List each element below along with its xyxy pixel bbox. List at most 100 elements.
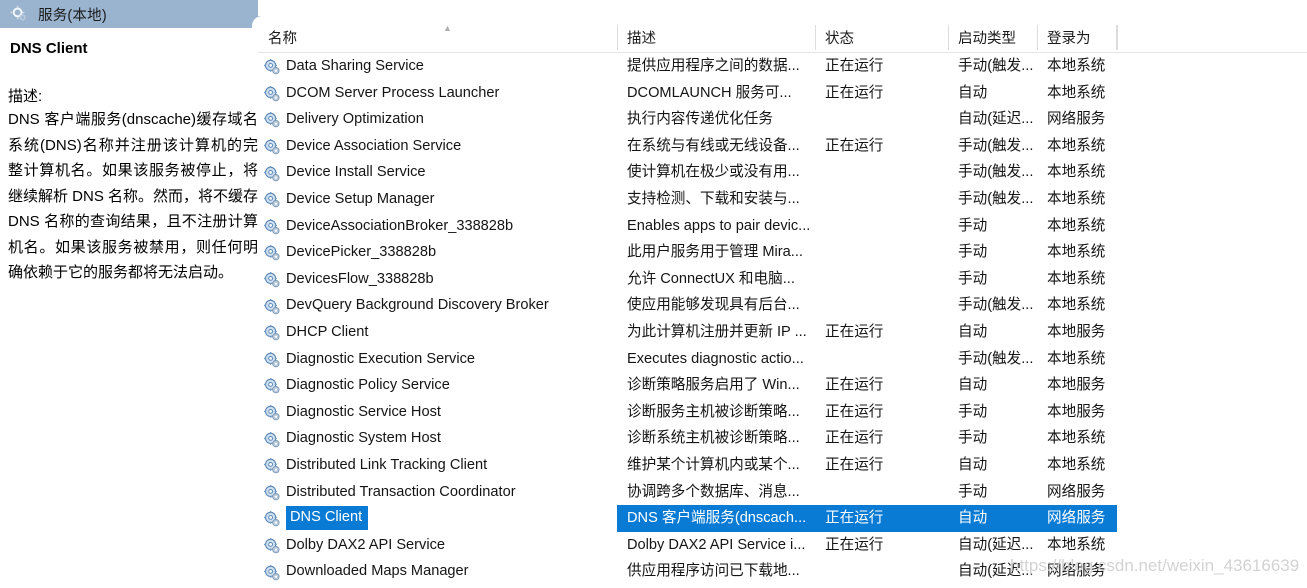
cell-description: 支持检测、下载和安装与... [627, 190, 800, 207]
cell-service-name: DCOM Server Process Launcher [258, 80, 617, 107]
cell-service-name: Device Association Service [258, 133, 617, 160]
cell-startup-type: 手动 [958, 244, 988, 261]
service-name-text: Device Install Service [286, 164, 426, 181]
column-header-startup-type[interactable]: 启动类型 [948, 22, 1037, 53]
cell-log-on-as: 本地系统 [1047, 58, 1106, 74]
service-gear-icon [264, 324, 280, 341]
service-gear-icon [264, 351, 280, 368]
cell-description: 为此计算机注册并更新 IP ... [627, 323, 807, 340]
window-title: 服务(本地) [38, 7, 107, 24]
table-row[interactable]: DNS Client DNS 客户端服务(dnscach... 正在运行 自动 网络服务 [258, 505, 1307, 532]
table-row[interactable]: Device Setup Manager 支持检测、下载和安装与... 手动(触发.… [258, 186, 1307, 213]
service-gear-icon [264, 510, 280, 527]
cell-description: 诊断策略服务启用了 Win... [627, 377, 800, 394]
cell-service-name: Distributed Transaction Coordinator [258, 479, 617, 506]
service-name-text: DevQuery Background Discovery Broker [286, 297, 549, 314]
cell-description: 诊断系统主机被诊断策略... [627, 430, 800, 447]
cell-startup-type: 自动 [958, 84, 988, 101]
cell-status: 正在运行 [825, 137, 884, 154]
service-name-text: Delivery Optimization [286, 111, 424, 128]
cell-service-name: DNS Client [258, 506, 617, 531]
table-row[interactable]: Downloaded Maps Manager 供应用程序访问已下载地... 自动(… [258, 558, 1307, 585]
cell-log-on-as: 网络服务 [1037, 505, 1117, 532]
cell-startup-type: 手动 [958, 483, 988, 500]
column-header-status-label: 状态 [825, 31, 854, 47]
cell-service-name: Diagnostic System Host [258, 425, 617, 452]
cell-service-name: Dolby DAX2 API Service [258, 532, 617, 559]
cell-service-name: Data Sharing Service [258, 53, 617, 80]
cell-description: 提供应用程序之间的数据... [627, 58, 800, 74]
table-row[interactable]: Diagnostic Execution Service Executes dia… [258, 346, 1307, 373]
table-row[interactable]: DevQuery Background Discovery Broker 使应用能… [258, 292, 1307, 319]
cell-description: 在系统与有线或无线设备... [627, 137, 800, 154]
column-header-status[interactable]: 状态 [815, 22, 948, 53]
cell-service-name: Downloaded Maps Manager [258, 558, 617, 585]
cell-description: 允许 ConnectUX 和电脑... [627, 270, 795, 287]
table-row[interactable]: Diagnostic System Host 诊断系统主机被诊断策略... 正在运行… [258, 425, 1307, 452]
cell-log-on-as: 本地系统 [1047, 137, 1106, 154]
cell-service-name: Device Install Service [258, 159, 617, 186]
titlebar-filler [258, 0, 1307, 22]
service-gear-icon [264, 298, 280, 314]
table-row[interactable]: DevicesFlow_338828b 允许 ConnectUX 和电脑... 手动… [258, 266, 1307, 293]
column-header-name[interactable]: 名称 ▲ [258, 22, 617, 53]
column-header-log-on-as-label: 登录为 [1047, 31, 1091, 47]
table-row[interactable]: Distributed Transaction Coordinator 协调跨多个… [258, 479, 1307, 506]
cell-service-name: DevQuery Background Discovery Broker [258, 292, 617, 319]
service-gear-icon [264, 377, 280, 394]
cell-description: 此用户服务用于管理 Mira... [627, 244, 803, 261]
table-row[interactable]: Device Association Service 在系统与有线或无线设备...… [258, 133, 1307, 160]
table-row[interactable]: DCOM Server Process Launcher DCOMLAUNCH 服… [258, 80, 1307, 107]
table-row[interactable]: DevicePicker_338828b 此用户服务用于管理 Mira... 手动 本… [258, 239, 1307, 266]
window-titlebar: 服务(本地) [0, 0, 258, 28]
service-gear-icon [264, 431, 280, 447]
cell-description: DNS 客户端服务(dnscach... [617, 505, 815, 532]
cell-description: 诊断服务主机被诊断策略... [627, 403, 800, 420]
service-gear-icon [264, 138, 280, 155]
cell-log-on-as: 本地服务 [1047, 403, 1106, 420]
cell-log-on-as: 本地服务 [1047, 377, 1106, 394]
column-header-name-label: 名称 [268, 31, 297, 47]
service-gear-icon [264, 191, 280, 208]
service-gear-icon [264, 58, 280, 75]
sort-ascending-icon: ▲ [443, 23, 452, 33]
table-row[interactable]: Diagnostic Service Host 诊断服务主机被诊断策略... 正在运… [258, 399, 1307, 426]
table-row[interactable]: Data Sharing Service 提供应用程序之间的数据... 正在运行 手动… [258, 53, 1307, 80]
cell-startup-type: 手动(触发... [958, 58, 1034, 74]
cell-status: 正在运行 [815, 505, 948, 532]
table-row[interactable]: Delivery Optimization 执行内容传递优化任务 自动(延迟... 网… [258, 106, 1307, 133]
cell-service-name: DevicesFlow_338828b [258, 266, 617, 293]
service-name-text: Device Association Service [286, 137, 462, 154]
cell-startup-type: 手动(触发... [958, 137, 1034, 154]
service-gear-icon [264, 165, 280, 182]
column-header-log-on-as[interactable]: 登录为 [1037, 22, 1117, 53]
cell-log-on-as: 本地系统 [1047, 297, 1106, 314]
services-gear-icon [10, 5, 28, 23]
table-row[interactable]: DHCP Client 为此计算机注册并更新 IP ... 正在运行 自动 本地服务 [258, 319, 1307, 346]
cell-description: DCOMLAUNCH 服务可... [627, 84, 792, 101]
cell-log-on-as: 本地服务 [1047, 323, 1106, 340]
cell-log-on-as: 本地系统 [1047, 456, 1106, 473]
service-gear-icon [264, 271, 280, 288]
cell-log-on-as: 本地系统 [1047, 84, 1106, 101]
cell-startup-type: 手动(触发... [958, 190, 1034, 207]
cell-service-name: DHCP Client [258, 319, 617, 346]
table-row[interactable]: DeviceAssociationBroker_338828b Enables a… [258, 213, 1307, 240]
table-row[interactable]: Diagnostic Policy Service 诊断策略服务启用了 Win..… [258, 372, 1307, 399]
table-row[interactable]: Device Install Service 使计算机在极少或没有用... 手动(触… [258, 159, 1307, 186]
service-name-text: Distributed Link Tracking Client [286, 456, 488, 473]
table-row[interactable]: Dolby DAX2 API Service Dolby DAX2 API Ser… [258, 532, 1307, 559]
column-header-description[interactable]: 描述 [617, 22, 815, 53]
description-label: 描述: [8, 88, 43, 105]
cell-service-name: Distributed Link Tracking Client [258, 452, 617, 479]
cell-log-on-as: 本地系统 [1047, 190, 1106, 207]
service-name-text: DNS Client [286, 506, 369, 531]
table-row[interactable]: Distributed Link Tracking Client 维护某个计算机内… [258, 452, 1307, 479]
service-name-text: Diagnostic Service Host [286, 403, 441, 420]
service-gear-icon [264, 564, 280, 580]
cell-log-on-as: 本地系统 [1047, 430, 1106, 447]
description-text: DNS 客户端服务(dnscache)缓存域名系统(DNS)名称并注册该计算机的… [8, 111, 259, 281]
services-list[interactable]: 名称 ▲ 描述 状态 启动类型 登录为 Data Sharing Service… [258, 22, 1307, 588]
cell-description: Enables apps to pair devic... [627, 217, 811, 234]
service-name-text: DevicePicker_338828b [286, 244, 437, 261]
